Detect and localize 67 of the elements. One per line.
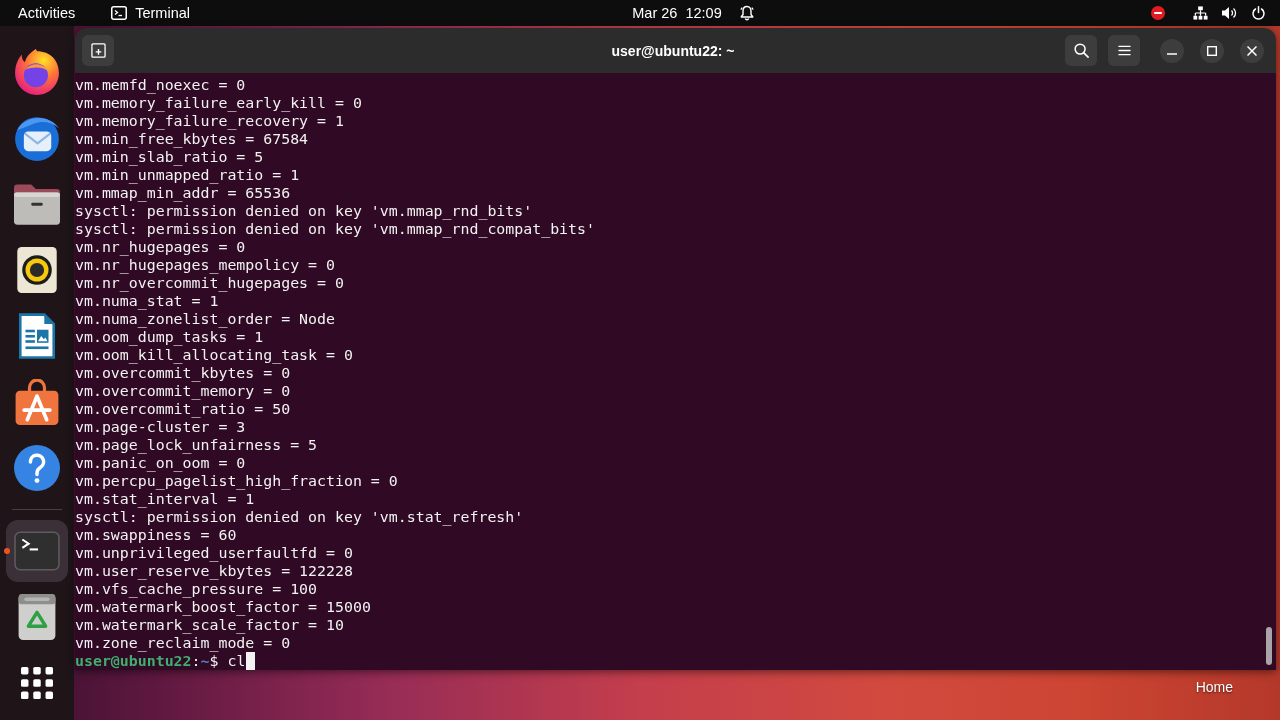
output-line: vm.min_free_kbytes = 67584 xyxy=(75,130,309,148)
output-line: vm.watermark_scale_factor = 10 xyxy=(75,616,344,634)
system-menu[interactable] xyxy=(1193,6,1266,20)
new-tab-icon xyxy=(90,43,106,58)
output-line: vm.oom_dump_tasks = 1 xyxy=(75,328,264,346)
scrollbar[interactable] xyxy=(1266,627,1272,665)
shopping-bag-icon xyxy=(14,379,60,425)
new-tab-button[interactable] xyxy=(82,35,114,66)
bird-envelope-icon xyxy=(14,115,60,161)
search-icon xyxy=(1073,43,1089,58)
output-line: vm.zone_reclaim_mode = 0 xyxy=(75,634,291,652)
close-button[interactable] xyxy=(1240,38,1264,63)
output-line: sysctl: permission denied on key 'vm.mmap_rnd_compat_bits' xyxy=(75,220,595,238)
app-menu[interactable]: Terminal xyxy=(111,3,190,23)
flame-globe-icon xyxy=(14,49,60,95)
clock-button[interactable]: Mar 26 12:09 xyxy=(632,3,722,23)
folder-icon xyxy=(14,181,60,227)
output-line: vm.nr_overcommit_hugepages = 0 xyxy=(75,274,344,292)
prompt-line: user@ubuntu22:~$ cl xyxy=(75,652,246,670)
output-line: vm.mmap_min_addr = 65536 xyxy=(75,184,291,202)
output-line: vm.memory_failure_recovery = 1 xyxy=(75,112,344,130)
output-line: vm.numa_stat = 1 xyxy=(75,292,219,310)
output-line: vm.panic_on_oom = 0 xyxy=(75,454,246,472)
output-line: vm.percpu_pagelist_high_fraction = 0 xyxy=(75,472,398,490)
menu-icon xyxy=(1117,45,1131,56)
activities-button[interactable]: Activities xyxy=(18,3,76,23)
terminal-icon xyxy=(14,528,60,574)
output-line: vm.nr_hugepages_mempolicy = 0 xyxy=(75,256,335,274)
power-icon xyxy=(1251,6,1266,20)
minimize-icon xyxy=(1167,52,1177,55)
output-line: vm.unprivileged_userfaultfd = 0 xyxy=(75,544,353,562)
output-line: vm.overcommit_ratio = 50 xyxy=(75,400,291,418)
output-line: vm.swappiness = 60 xyxy=(75,526,237,544)
bell-icon[interactable] xyxy=(739,5,754,21)
output-line: vm.memory_failure_early_kill = 0 xyxy=(75,94,362,112)
output-line: sysctl: permission denied on key 'vm.stat_refresh' xyxy=(75,508,524,526)
network-icon xyxy=(1193,6,1208,20)
speaker-icon xyxy=(1222,6,1237,20)
output-line: vm.memfd_noexec = 0 xyxy=(75,76,246,94)
output-line: vm.stat_interval = 1 xyxy=(75,490,255,508)
close-icon xyxy=(1247,45,1257,56)
speaker-tile-icon xyxy=(14,247,60,293)
window-title: user@ubuntu22: ~ xyxy=(611,42,735,59)
output-line: sysctl: permission denied on key 'vm.mmap_rnd_bits' xyxy=(75,202,533,220)
minimize-button[interactable] xyxy=(1160,38,1184,63)
minus-circle-icon[interactable] xyxy=(1151,6,1165,20)
output-line: vm.overcommit_memory = 0 xyxy=(75,382,291,400)
app-grid-icon xyxy=(21,667,53,699)
output-line: vm.page-cluster = 3 xyxy=(75,418,246,436)
output-line: vm.overcommit_kbytes = 0 xyxy=(75,364,291,382)
output-line: vm.min_slab_ratio = 5 xyxy=(75,148,264,166)
menu-button[interactable] xyxy=(1108,35,1140,66)
output-line: vm.page_lock_unfairness = 5 xyxy=(75,436,318,454)
help-icon xyxy=(14,445,60,491)
search-button[interactable] xyxy=(1065,35,1097,66)
maximize-icon xyxy=(1207,45,1217,56)
output-line: vm.min_unmapped_ratio = 1 xyxy=(75,166,300,184)
output-line: vm.nr_hugepages = 0 xyxy=(75,238,246,256)
terminal-icon xyxy=(111,6,128,20)
output-line: vm.vfs_cache_pressure = 100 xyxy=(75,580,318,598)
output-line: vm.user_reserve_kbytes = 122228 xyxy=(75,562,353,580)
desktop-icon-label[interactable]: Home xyxy=(1195,679,1233,695)
output-line: vm.watermark_boost_factor = 15000 xyxy=(75,598,371,616)
cursor-icon xyxy=(246,652,256,670)
output-line: vm.numa_zonelist_order = Node xyxy=(75,310,335,328)
maximize-button[interactable] xyxy=(1200,38,1224,63)
output-line: vm.oom_kill_allocating_task = 0 xyxy=(75,346,353,364)
